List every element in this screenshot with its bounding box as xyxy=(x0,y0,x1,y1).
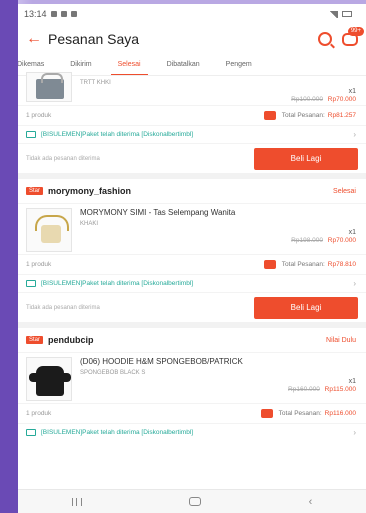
chat-icon[interactable]: 99+ xyxy=(342,26,364,46)
recent-apps-icon[interactable] xyxy=(71,497,82,506)
battery-icon xyxy=(342,11,352,17)
back-chevron-icon[interactable]: ‹ xyxy=(309,496,313,508)
product-row[interactable]: (D06) HOODIE H&M SPONGEBOB/PATRICK SPONG… xyxy=(18,352,366,403)
shipping-status-row[interactable]: [BISULEMEN]Paket telah diterima [Diskona… xyxy=(18,125,366,143)
chevron-right-icon: › xyxy=(353,428,356,437)
status-bar: 13:14 xyxy=(18,4,366,24)
shop-name[interactable]: morymony_fashion xyxy=(48,186,333,196)
coins-icon xyxy=(263,260,276,269)
truck-icon xyxy=(26,429,36,436)
shop-header[interactable]: Star pendubcip Nilai Dulu xyxy=(18,328,366,352)
rate-now-status[interactable]: Nilai Dulu xyxy=(326,337,356,344)
total-value: Rp81.257 xyxy=(327,112,356,119)
page-title: Pesanan Saya xyxy=(48,31,140,47)
order-status: Selesai xyxy=(333,187,356,195)
total-value: Rp78.810 xyxy=(327,261,356,268)
shipping-status-text: [BISULEMEN]Paket telah diterima [Diskona… xyxy=(41,131,194,138)
order-total-row: 1 produk Total Pesanan: Rp78.810 xyxy=(18,254,366,274)
settings-icon xyxy=(60,11,67,17)
chat-badge: 99+ xyxy=(347,26,364,36)
product-qty: x1 xyxy=(348,88,356,95)
price-final: Rp115.000 xyxy=(324,386,356,393)
price-final: Rp70.000 xyxy=(327,237,356,244)
price-original: Rp160.000 xyxy=(288,386,320,393)
order-action-row: Tidak ada pesanan diterima Beli Lagi xyxy=(18,143,366,173)
buy-again-button[interactable]: Beli Lagi xyxy=(254,296,358,319)
price-final: Rp70.000 xyxy=(327,96,356,103)
shipping-status-text: [BISULEMEN]Paket telah diterima [Diskona… xyxy=(41,280,194,287)
status-time: 13:14 xyxy=(24,9,47,19)
order-list: TRTT KHKI x1 Rp100.000 Rp70.000 1 produk… xyxy=(18,72,366,441)
total-value: Rp116.000 xyxy=(324,410,356,417)
product-price: Rp198.000 Rp70.000 xyxy=(80,237,356,244)
chevron-right-icon: › xyxy=(353,279,356,288)
star-seller-badge: Star xyxy=(26,187,44,195)
product-qty: x1 xyxy=(348,229,356,236)
android-nav-bar: ‹ xyxy=(18,489,366,513)
shop-name[interactable]: pendubcip xyxy=(48,335,326,345)
product-variant: SPONGEBOB BLACK S xyxy=(80,370,146,376)
phone-screen: 13:14 ← Pesanan Saya 99+ Dikemas Dikirim… xyxy=(18,4,366,513)
price-original: Rp100.000 xyxy=(291,96,323,103)
product-count: 1 produk xyxy=(26,112,52,119)
order-total-row: 1 produk Total Pesanan: Rp81.257 xyxy=(18,105,366,125)
hoodie-image-icon xyxy=(29,366,71,396)
star-seller-badge: Star xyxy=(26,336,44,344)
back-arrow-icon[interactable]: ← xyxy=(26,30,48,48)
buy-again-button[interactable]: Beli Lagi xyxy=(254,147,358,170)
price-original: Rp198.000 xyxy=(291,237,323,244)
order-hint: Tidak ada pesanan diterima xyxy=(26,155,100,162)
truck-icon xyxy=(26,131,36,138)
product-thumbnail[interactable] xyxy=(26,208,72,252)
shipping-status-row[interactable]: [BISULEMEN]Paket telah diterima [Diskona… xyxy=(18,274,366,292)
product-row[interactable]: TRTT KHKI x1 Rp100.000 Rp70.000 xyxy=(18,72,366,105)
product-count: 1 produk xyxy=(26,410,52,417)
product-thumbnail[interactable] xyxy=(26,72,72,102)
product-row[interactable]: MORYMONY SIMI - Tas Selempang Wanita KHA… xyxy=(18,203,366,254)
product-thumbnail[interactable] xyxy=(26,357,72,401)
decorative-frame-left xyxy=(0,0,18,513)
product-qty: x1 xyxy=(348,378,356,385)
order-card[interactable]: Star pendubcip Nilai Dulu (D06) HOODIE H… xyxy=(18,328,366,441)
total-label: Total Pesanan: xyxy=(278,410,322,417)
shop-header[interactable]: Star morymony_fashion Selesai xyxy=(18,179,366,203)
chevron-right-icon: › xyxy=(353,130,356,139)
notification-icon xyxy=(70,11,77,17)
product-variant: KHAKI xyxy=(80,221,99,227)
app-header: ← Pesanan Saya 99+ xyxy=(18,24,366,54)
product-price: Rp100.000 Rp70.000 xyxy=(80,96,356,103)
order-hint: Tidak ada pesanan diterima xyxy=(26,304,100,311)
tab-pengembalian[interactable]: Pengem xyxy=(213,54,265,75)
order-card[interactable]: TRTT KHKI x1 Rp100.000 Rp70.000 1 produk… xyxy=(18,72,366,173)
shipping-status-row[interactable]: [BISULEMEN]Paket telah diterima [Diskona… xyxy=(18,423,366,441)
signal-icon xyxy=(329,10,338,18)
truck-icon xyxy=(26,280,36,287)
product-variant: TRTT KHKI xyxy=(80,80,111,86)
product-name: MORYMONY SIMI - Tas Selempang Wanita xyxy=(80,208,236,217)
search-icon[interactable] xyxy=(318,32,332,46)
bag-image-icon xyxy=(35,215,69,243)
tab-selesai[interactable]: Selesai xyxy=(105,54,154,75)
total-label: Total Pesanan: xyxy=(281,112,325,119)
gallery-icon xyxy=(50,11,57,17)
product-count: 1 produk xyxy=(26,261,52,268)
home-icon[interactable] xyxy=(189,497,202,506)
coins-icon xyxy=(260,409,273,418)
total-label: Total Pesanan: xyxy=(281,261,325,268)
bag-image-icon xyxy=(36,73,64,99)
coins-icon xyxy=(263,111,276,120)
product-name: (D06) HOODIE H&M SPONGEBOB/PATRICK xyxy=(80,357,243,366)
order-total-row: 1 produk Total Pesanan: Rp116.000 xyxy=(18,403,366,423)
shipping-status-text: [BISULEMEN]Paket telah diterima [Diskona… xyxy=(41,429,194,436)
order-action-row: Tidak ada pesanan diterima Beli Lagi xyxy=(18,292,366,322)
product-price: Rp160.000 Rp115.000 xyxy=(80,386,356,393)
order-card[interactable]: Star morymony_fashion Selesai MORYMONY S… xyxy=(18,179,366,322)
tab-dibatalkan[interactable]: Dibatalkan xyxy=(154,54,213,75)
